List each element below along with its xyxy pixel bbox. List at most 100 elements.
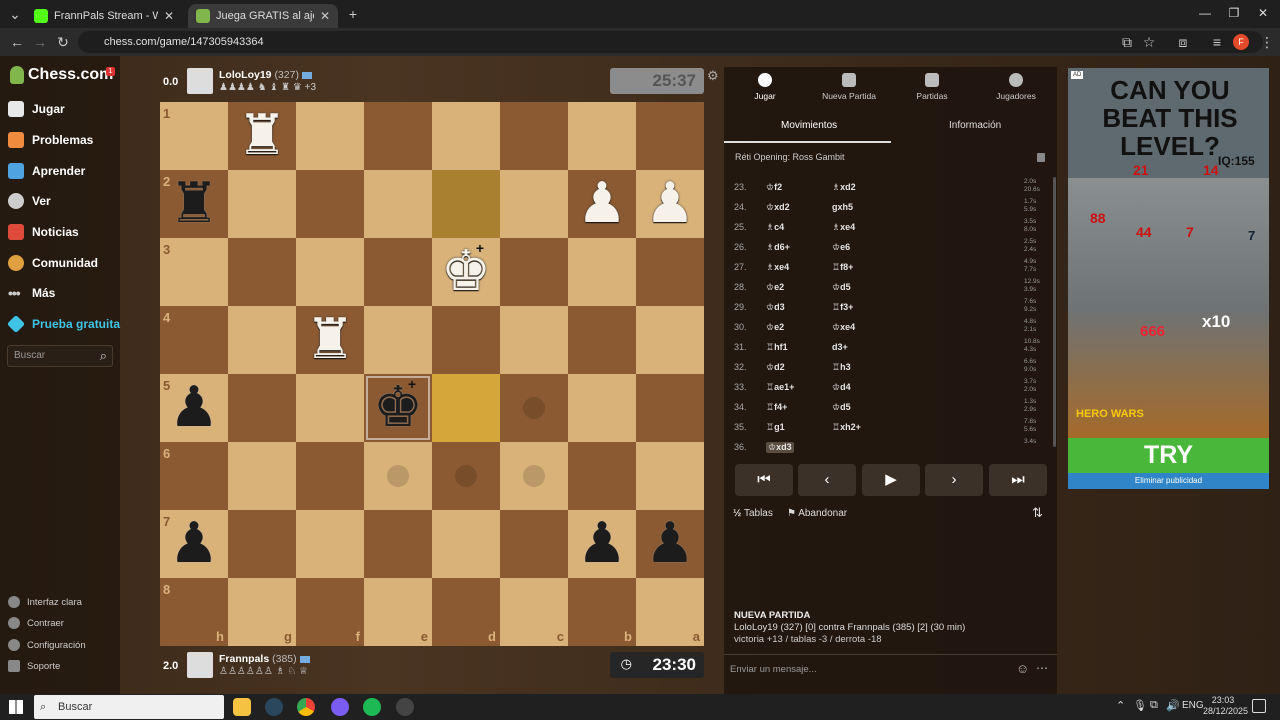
black-move[interactable]: ♖xh2+: [832, 422, 861, 433]
close-tab-icon[interactable]: ✕: [320, 9, 330, 23]
board-settings-gear-icon[interactable]: ⚙: [707, 68, 719, 84]
square-g1[interactable]: ♜: [228, 102, 296, 170]
square-a6[interactable]: [636, 442, 704, 510]
profile-avatar[interactable]: F: [1233, 34, 1249, 50]
minimize-icon[interactable]: —: [1195, 6, 1215, 20]
tray-expand-icon[interactable]: ⌃: [1116, 699, 1125, 712]
opening-book-icon[interactable]: [1037, 153, 1045, 162]
legal-move-dot[interactable]: [523, 397, 545, 419]
square-f7[interactable]: [296, 510, 364, 578]
square-a7[interactable]: ♟: [636, 510, 704, 578]
square-b7[interactable]: ♟: [568, 510, 636, 578]
square-e4[interactable]: [364, 306, 432, 374]
sidebar-item-noticias[interactable]: Noticias: [8, 221, 79, 243]
player-name[interactable]: Frannpals (385): [219, 653, 310, 665]
white-move[interactable]: ♔f2: [766, 182, 782, 193]
white-pawn-piece[interactable]: ♟: [636, 170, 704, 238]
microphone-icon[interactable]: 🎙: [1133, 699, 1147, 712]
spotify-icon[interactable]: [363, 698, 381, 716]
draw-button[interactable]: ½ Tablas: [733, 508, 773, 519]
windows-start-icon[interactable]: [9, 700, 23, 714]
square-a8[interactable]: a: [636, 578, 704, 646]
next-move-button[interactable]: ›: [925, 464, 983, 496]
square-f5[interactable]: [296, 374, 364, 442]
black-move[interactable]: ♔d5: [832, 402, 851, 413]
square-f8[interactable]: f: [296, 578, 364, 646]
extensions-icon[interactable]: ⧈: [1174, 33, 1192, 51]
square-b3[interactable]: [568, 238, 636, 306]
square-a5[interactable]: [636, 374, 704, 442]
white-move[interactable]: ♖hf1: [766, 342, 788, 353]
square-d4[interactable]: [432, 306, 500, 374]
tab-nueva-partida[interactable]: Nueva Partida: [814, 73, 884, 101]
black-pawn-piece[interactable]: ♟: [160, 510, 228, 578]
back-icon[interactable]: ←: [8, 33, 26, 51]
square-f4[interactable]: ♜: [296, 306, 364, 374]
square-a1[interactable]: [636, 102, 704, 170]
black-move[interactable]: ♔d5: [832, 282, 851, 293]
square-f6[interactable]: [296, 442, 364, 510]
square-c8[interactable]: c: [500, 578, 568, 646]
square-g2[interactable]: [228, 170, 296, 238]
volume-icon[interactable]: 🔊: [1166, 699, 1180, 712]
last-move-button[interactable]: ⏭: [989, 464, 1047, 496]
sidebar-item-aprender[interactable]: Aprender: [8, 160, 85, 182]
square-a4[interactable]: [636, 306, 704, 374]
square-e6[interactable]: [364, 442, 432, 510]
sidebar-search-input[interactable]: Buscar ⌕: [7, 345, 113, 367]
tab-jugar[interactable]: Jugar: [730, 73, 800, 101]
square-e1[interactable]: [364, 102, 432, 170]
sidebar-item-interfaz-clara[interactable]: Interfaz clara: [8, 594, 82, 610]
white-king-piece[interactable]: ♚: [432, 238, 500, 306]
ad-cta-button[interactable]: TRY: [1068, 438, 1269, 473]
square-b5[interactable]: [568, 374, 636, 442]
square-h1[interactable]: 1: [160, 102, 228, 170]
white-move[interactable]: ♗c4: [766, 222, 784, 233]
search-icon[interactable]: ⌕: [100, 346, 107, 366]
square-d3[interactable]: ♚ +: [432, 238, 500, 306]
square-d5[interactable]: [432, 374, 500, 442]
square-b1[interactable]: [568, 102, 636, 170]
black-move[interactable]: gxh5: [832, 202, 853, 212]
square-h7[interactable]: 7 ♟: [160, 510, 228, 578]
chess-board[interactable]: 1 ♜ 2 ♜ ♟ ♟ 3 ♚ +4 ♜ 5 ♟ ♚ +6 7 ♟ ♟ ♟ 8 h g f e d c b a: [160, 102, 704, 646]
white-move[interactable]: ♖ae1+: [766, 382, 794, 393]
chat-input[interactable]: Enviar un mensaje...: [730, 664, 817, 675]
close-tab-icon[interactable]: ✕: [164, 9, 174, 23]
flip-board-icon[interactable]: ⇅: [1032, 505, 1043, 521]
player-name[interactable]: LoloLoy19 (327): [219, 69, 312, 81]
black-move[interactable]: ♗xe4: [832, 222, 855, 233]
white-move[interactable]: ♔d3: [766, 302, 785, 313]
move-list-scrollbar[interactable]: [1053, 177, 1056, 447]
square-b2[interactable]: ♟: [568, 170, 636, 238]
avatar[interactable]: [187, 652, 213, 678]
black-rook-piece[interactable]: ♜: [160, 170, 228, 238]
player-username[interactable]: LoloLoy19: [219, 69, 272, 81]
square-a2[interactable]: ♟: [636, 170, 704, 238]
square-h2[interactable]: 2 ♜: [160, 170, 228, 238]
address-field[interactable]: chess.com/game/147305943364: [78, 31, 1263, 53]
avatar[interactable]: [187, 68, 213, 94]
white-move[interactable]: ♗xe4: [766, 262, 789, 273]
browser-tab-2[interactable]: Juega GRATIS al ajedrez online ✕: [188, 4, 338, 28]
app-icon[interactable]: [331, 698, 349, 716]
black-move[interactable]: ♔xe4: [832, 322, 855, 333]
resign-button[interactable]: ⚑ Abandonar: [787, 508, 847, 519]
language-indicator[interactable]: ENG: [1182, 700, 1204, 711]
square-b6[interactable]: [568, 442, 636, 510]
square-e7[interactable]: [364, 510, 432, 578]
sidebar-item-jugar[interactable]: Jugar: [8, 98, 65, 120]
advertisement[interactable]: AD CAN YOU BEAT THIS LEVEL? IQ:155 21 14…: [1068, 68, 1269, 489]
sidebar-item-ver[interactable]: Ver: [8, 190, 51, 212]
square-e5[interactable]: ♚ +: [364, 374, 432, 442]
black-pawn-piece[interactable]: ♟: [636, 510, 704, 578]
sidebar-item-prueba-gratuita[interactable]: Prueba gratuita: [6, 313, 120, 335]
square-a3[interactable]: [636, 238, 704, 306]
first-move-button[interactable]: ⏮: [735, 464, 793, 496]
black-pawn-piece[interactable]: ♟: [160, 374, 228, 442]
black-move[interactable]: ♔e6: [832, 242, 850, 253]
sidebar-item-problemas[interactable]: Problemas: [8, 129, 93, 151]
sidebar-item-comunidad[interactable]: Comunidad: [8, 252, 98, 274]
black-move[interactable]: ♗xd2: [832, 182, 856, 193]
square-h6[interactable]: 6: [160, 442, 228, 510]
